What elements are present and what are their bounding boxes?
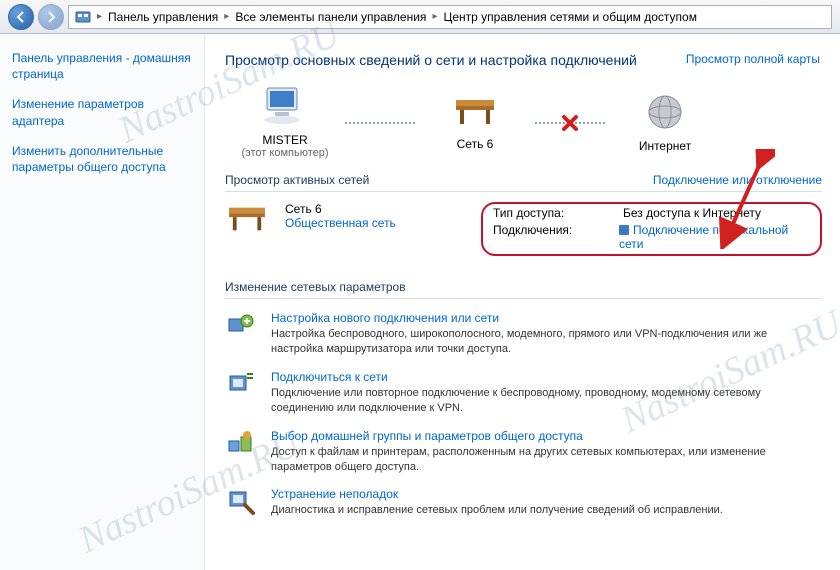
back-button[interactable] — [8, 4, 34, 30]
node-sublabel: (этот компьютер) — [225, 147, 345, 159]
connect-disconnect-link[interactable]: Подключение или отключение — [653, 173, 822, 187]
crumb-1[interactable]: Все элементы панели управления — [235, 10, 426, 24]
node-label: Интернет — [605, 139, 725, 153]
error-x-icon — [561, 114, 579, 132]
sidebar-item-sharing[interactable]: Изменить дополнительные параметры общего… — [12, 143, 192, 175]
node-this-computer: MISTER (этот компьютер) — [225, 86, 345, 159]
plug-icon — [619, 225, 629, 235]
toolbar: ▸ Панель управления ▸ Все элементы панел… — [0, 0, 840, 34]
task-title: Настройка нового подключения или сети — [271, 311, 822, 325]
node-label: Сеть 6 — [415, 137, 535, 151]
node-internet: Интернет — [605, 92, 725, 153]
connect-icon — [227, 370, 255, 398]
control-panel-icon — [75, 9, 91, 25]
prop-access-label: Тип доступа: — [493, 206, 623, 220]
troubleshoot-icon — [227, 487, 255, 515]
breadcrumb[interactable]: ▸ Панель управления ▸ Все элементы панел… — [68, 5, 832, 29]
task-desc: Доступ к файлам и принтерам, расположенн… — [271, 445, 822, 476]
sidebar: Панель управления - домашняя страница Из… — [0, 34, 205, 570]
new-connection-icon — [227, 311, 255, 339]
connector — [345, 122, 415, 124]
task-desc: Подключение или повторное подключение к … — [271, 386, 822, 417]
prop-conn-label: Подключения: — [493, 223, 619, 251]
bench-icon — [225, 202, 269, 236]
bench-icon — [452, 94, 498, 130]
task-title: Выбор домашней группы и параметров общег… — [271, 429, 822, 443]
active-network-row: Сеть 6 Общественная сеть Тип доступа: Бе… — [225, 202, 822, 256]
content-area: Просмотр основных сведений о сети и наст… — [205, 34, 840, 570]
task-connect[interactable]: Подключиться к сети Подключение или повт… — [225, 370, 822, 417]
active-nets-header: Просмотр активных сетей Подключение или … — [225, 173, 822, 192]
globe-icon — [645, 92, 685, 132]
prop-access-value: Без доступа к Интернету — [623, 206, 761, 220]
task-troubleshoot[interactable]: Устранение неполадок Диагностика и испра… — [225, 487, 822, 518]
prop-conn-link[interactable]: Подключение по локальной сети — [619, 223, 810, 251]
active-nets-label: Просмотр активных сетей — [225, 173, 369, 187]
network-properties-highlighted: Тип доступа: Без доступа к Интернету Под… — [481, 202, 822, 256]
sidebar-item-adapter[interactable]: Изменение параметров адаптера — [12, 96, 192, 128]
task-title: Подключиться к сети — [271, 370, 822, 384]
computer-icon — [261, 86, 309, 126]
network-name: Сеть 6 — [285, 202, 465, 216]
view-full-map-link[interactable]: Просмотр полной карты — [686, 52, 820, 66]
task-new-connection[interactable]: Настройка нового подключения или сети На… — [225, 311, 822, 358]
crumb-0[interactable]: Панель управления — [108, 10, 218, 24]
connector — [535, 122, 605, 124]
network-diagram: MISTER (этот компьютер) Сеть 6 — [225, 86, 822, 159]
sidebar-item-home[interactable]: Панель управления - домашняя страница — [12, 50, 192, 82]
settings-header: Изменение сетевых параметров — [225, 280, 822, 299]
network-info: Сеть 6 Общественная сеть — [285, 202, 465, 230]
node-network: Сеть 6 — [415, 94, 535, 151]
node-label: MISTER — [225, 133, 345, 147]
forward-button[interactable] — [38, 4, 64, 30]
task-desc: Настройка беспроводного, широкополосного… — [271, 327, 822, 358]
task-desc: Диагностика и исправление сетевых пробле… — [271, 503, 723, 518]
task-title: Устранение неполадок — [271, 487, 723, 501]
task-homegroup[interactable]: Выбор домашней группы и параметров общег… — [225, 429, 822, 476]
crumb-2[interactable]: Центр управления сетями и общим доступом — [443, 10, 697, 24]
network-type-link[interactable]: Общественная сеть — [285, 216, 465, 230]
homegroup-icon — [227, 429, 255, 457]
